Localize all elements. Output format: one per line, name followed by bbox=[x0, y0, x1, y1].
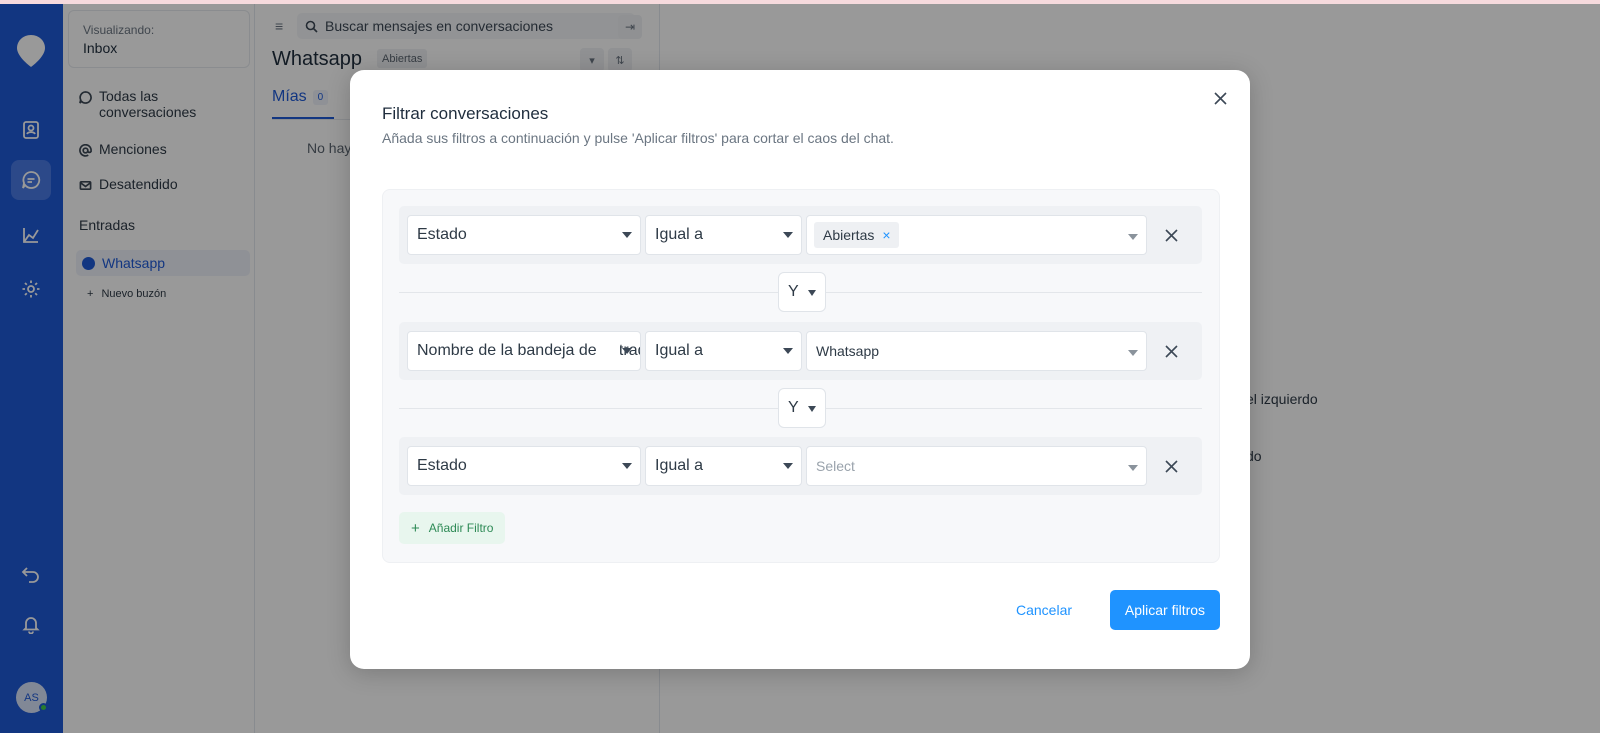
remove-filter-button[interactable] bbox=[1161, 341, 1181, 361]
operator-select[interactable]: Igual a bbox=[645, 215, 802, 255]
operator-select[interactable]: Igual a bbox=[645, 446, 802, 486]
close-button[interactable] bbox=[1210, 88, 1230, 108]
close-icon bbox=[1213, 91, 1227, 105]
caret-down-icon bbox=[622, 463, 632, 469]
filter-modal: Filtrar conversaciones Añada sus filtros… bbox=[350, 70, 1250, 669]
operator-select[interactable]: Igual a bbox=[645, 331, 802, 371]
join-operator-select[interactable]: Y bbox=[778, 388, 826, 428]
remove-filter-button[interactable] bbox=[1161, 456, 1181, 476]
modal-title: Filtrar conversaciones bbox=[382, 104, 549, 123]
chip-label: Abiertas bbox=[823, 227, 875, 243]
caret-down-icon bbox=[622, 232, 632, 238]
caret-down-icon bbox=[622, 348, 632, 354]
value-text: Whatsapp bbox=[816, 343, 880, 359]
join-operator-select[interactable]: Y bbox=[778, 272, 826, 312]
caret-down-icon bbox=[1128, 350, 1138, 356]
attribute-select[interactable]: Nombre de la bandeja de entrada bbox=[407, 331, 641, 371]
attribute-select[interactable]: Estado bbox=[407, 446, 641, 486]
chip-remove-icon[interactable]: × bbox=[882, 227, 890, 243]
operator-value: Igual a bbox=[655, 226, 704, 243]
value-select[interactable]: Select bbox=[806, 446, 1147, 486]
filter-list: Estado Igual a Abiertas × Y Nombre de la… bbox=[382, 189, 1220, 563]
operator-value: Igual a bbox=[655, 457, 704, 474]
caret-down-icon bbox=[808, 290, 816, 296]
cancel-button[interactable]: Cancelar bbox=[1016, 590, 1072, 630]
attribute-value: Estado bbox=[417, 457, 467, 474]
plus-icon: + bbox=[411, 519, 420, 537]
close-icon bbox=[1164, 459, 1178, 473]
caret-down-icon bbox=[783, 232, 793, 238]
attribute-value: Estado bbox=[417, 226, 467, 243]
value-placeholder: Select bbox=[816, 458, 855, 474]
remove-filter-button[interactable] bbox=[1161, 225, 1181, 245]
caret-down-icon bbox=[1128, 234, 1138, 240]
join-value: Y bbox=[788, 283, 799, 300]
close-icon bbox=[1164, 228, 1178, 242]
apply-filters-button[interactable]: Aplicar filtros bbox=[1110, 590, 1220, 630]
modal-subtitle: Añada sus filtros a continuación y pulse… bbox=[382, 130, 894, 146]
filter-row: Nombre de la bandeja de entrada Igual a … bbox=[399, 322, 1202, 380]
attribute-value: Nombre de la bandeja de entrada bbox=[417, 342, 641, 359]
caret-down-icon bbox=[808, 406, 816, 412]
value-multiselect[interactable]: Abiertas × bbox=[806, 215, 1147, 255]
add-filter-label: Añadir Filtro bbox=[428, 521, 494, 535]
value-select[interactable]: Whatsapp bbox=[806, 331, 1147, 371]
join-value: Y bbox=[788, 399, 799, 416]
filter-row: Estado Igual a Abiertas × bbox=[399, 206, 1202, 264]
filter-row: Estado Igual a Select bbox=[399, 437, 1202, 495]
value-chip: Abiertas × bbox=[814, 222, 899, 248]
close-icon bbox=[1164, 344, 1178, 358]
caret-down-icon bbox=[783, 348, 793, 354]
caret-down-icon bbox=[1128, 465, 1138, 471]
operator-value: Igual a bbox=[655, 342, 704, 359]
caret-down-icon bbox=[783, 463, 793, 469]
add-filter-button[interactable]: + Añadir Filtro bbox=[399, 512, 506, 544]
attribute-select[interactable]: Estado bbox=[407, 215, 641, 255]
